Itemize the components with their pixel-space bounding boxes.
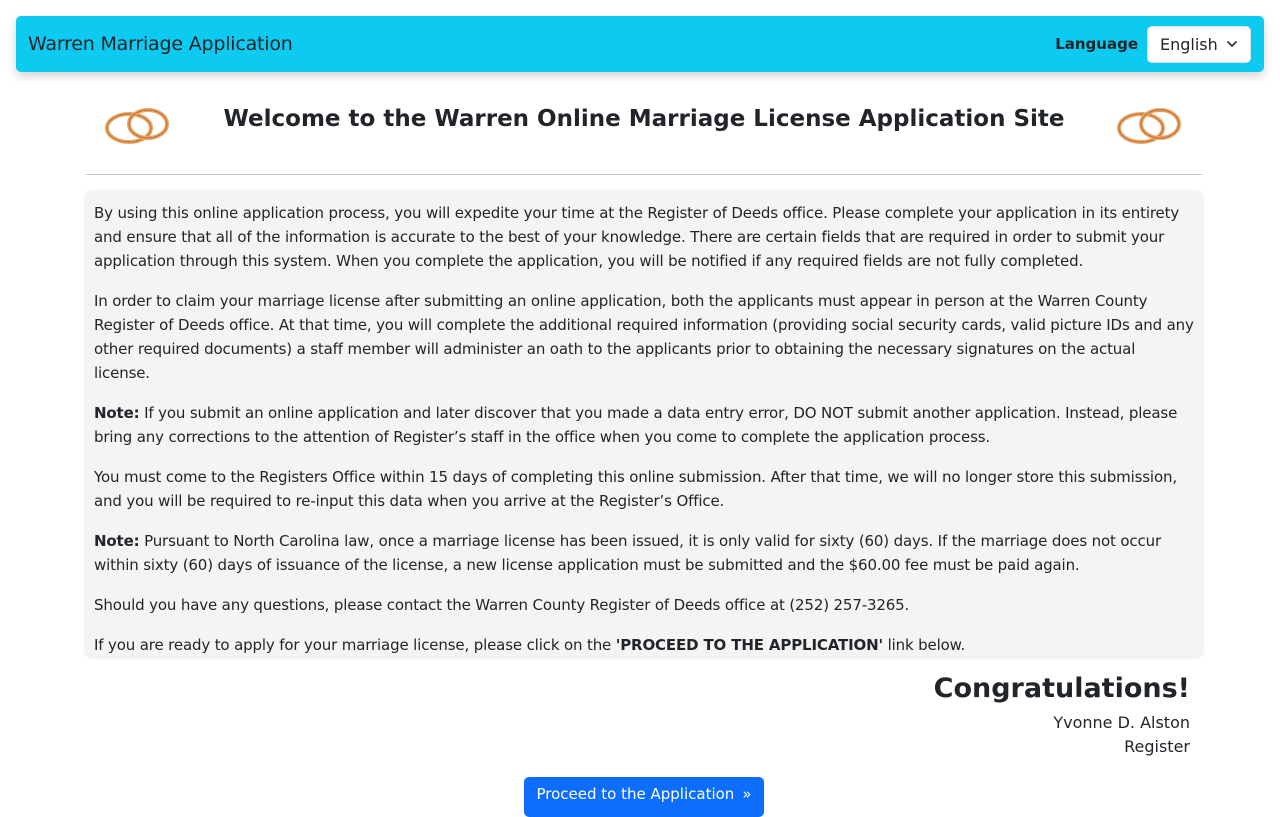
language-label: Language	[1055, 35, 1138, 53]
proceed-button-label: Proceed to the Application	[536, 785, 735, 803]
wedding-rings-icon	[1114, 106, 1186, 150]
register-name: Yvonne D. Alston	[1053, 713, 1190, 732]
chevron-down-icon	[1226, 38, 1238, 50]
instructions-paragraph: You must come to the Registers Office wi…	[94, 468, 1177, 510]
note-label: Note:	[94, 404, 140, 422]
page-title: Welcome to the Warren Online Marriage Li…	[223, 106, 1065, 132]
language-selector-group: Language English	[1055, 25, 1251, 63]
note-text: If you submit an online application and …	[94, 404, 1178, 446]
note-label: Note:	[94, 532, 140, 550]
note-paragraph: Note: If you submit an online applicatio…	[94, 401, 1194, 449]
brand-title[interactable]: Warren Marriage Application	[28, 33, 293, 55]
congratulations-heading: Congratulations!	[933, 673, 1190, 704]
note-paragraph: Note: Pursuant to North Carolina law, on…	[94, 529, 1194, 577]
page-header: Welcome to the Warren Online Marriage Li…	[86, 96, 1202, 175]
congratulations-block: Congratulations! Yvonne D. Alston Regist…	[934, 672, 1190, 759]
proceed-instruction-emphasis: 'PROCEED TO THE APPLICATION'	[615, 636, 883, 654]
instructions-paragraph: By using this online application process…	[94, 204, 1180, 270]
proceed-instruction-paragraph: If you are ready to apply for your marri…	[94, 633, 1194, 657]
double-chevron-right-icon: »	[742, 785, 752, 803]
proceed-to-application-button[interactable]: Proceed to the Application »	[524, 777, 764, 817]
language-selected-value: English	[1160, 34, 1218, 54]
top-navbar: Warren Marriage Application Language Eng…	[16, 16, 1264, 72]
contact-paragraph: Should you have any questions, please co…	[94, 596, 910, 614]
instructions-paragraph: In order to claim your marriage license …	[94, 292, 1194, 382]
proceed-instruction-text: If you are ready to apply for your marri…	[94, 636, 616, 654]
register-role: Register	[1124, 737, 1190, 756]
proceed-instruction-tail: link below.	[883, 636, 966, 654]
instructions-panel: By using this online application process…	[86, 191, 1202, 656]
note-text: Pursuant to North Carolina law, once a m…	[94, 532, 1161, 574]
language-select[interactable]: English	[1147, 25, 1251, 63]
